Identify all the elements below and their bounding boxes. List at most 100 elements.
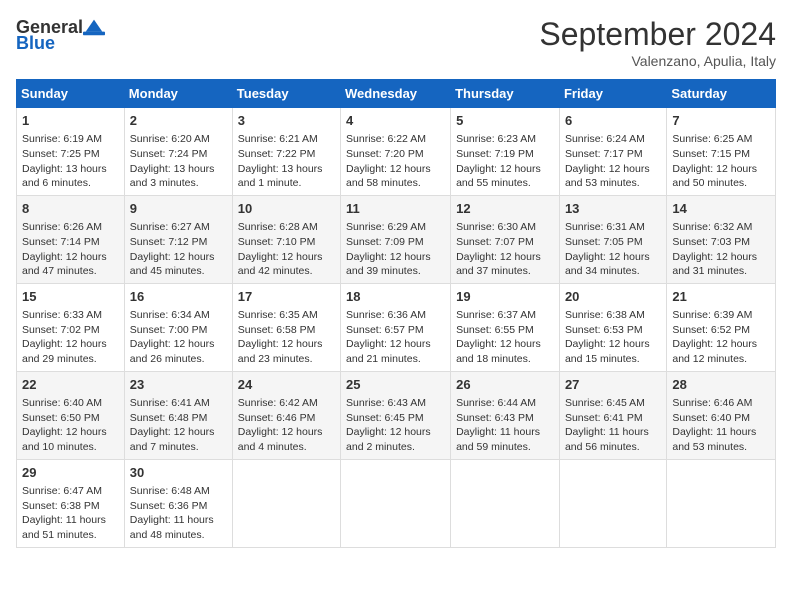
day-info: Sunrise: 6:25 AMSunset: 7:15 PMDaylight:… bbox=[672, 132, 770, 191]
calendar-cell bbox=[451, 459, 560, 547]
calendar-cell: 13 Sunrise: 6:31 AMSunset: 7:05 PMDayligh… bbox=[559, 195, 666, 283]
day-number: 1 bbox=[22, 112, 119, 130]
day-info: Sunrise: 6:47 AMSunset: 6:38 PMDaylight:… bbox=[22, 484, 119, 543]
calendar-cell: 28 Sunrise: 6:46 AMSunset: 6:40 PMDayligh… bbox=[667, 371, 776, 459]
day-info: Sunrise: 6:28 AMSunset: 7:10 PMDaylight:… bbox=[238, 220, 335, 279]
col-header-thursday: Thursday bbox=[451, 80, 560, 108]
day-number: 23 bbox=[130, 376, 227, 394]
day-number: 9 bbox=[130, 200, 227, 218]
day-info: Sunrise: 6:44 AMSunset: 6:43 PMDaylight:… bbox=[456, 396, 554, 455]
day-number: 4 bbox=[346, 112, 445, 130]
location-subtitle: Valenzano, Apulia, Italy bbox=[539, 53, 776, 69]
calendar-cell: 17 Sunrise: 6:35 AMSunset: 6:58 PMDayligh… bbox=[232, 283, 340, 371]
calendar-cell: 10 Sunrise: 6:28 AMSunset: 7:10 PMDayligh… bbox=[232, 195, 340, 283]
day-info: Sunrise: 6:34 AMSunset: 7:00 PMDaylight:… bbox=[130, 308, 227, 367]
col-header-sunday: Sunday bbox=[17, 80, 125, 108]
calendar-cell: 18 Sunrise: 6:36 AMSunset: 6:57 PMDayligh… bbox=[341, 283, 451, 371]
day-info: Sunrise: 6:38 AMSunset: 6:53 PMDaylight:… bbox=[565, 308, 661, 367]
calendar-cell: 8 Sunrise: 6:26 AMSunset: 7:14 PMDaylight… bbox=[17, 195, 125, 283]
day-info: Sunrise: 6:45 AMSunset: 6:41 PMDaylight:… bbox=[565, 396, 661, 455]
calendar-week-row: 15 Sunrise: 6:33 AMSunset: 7:02 PMDayligh… bbox=[17, 283, 776, 371]
month-title: September 2024 bbox=[539, 16, 776, 53]
day-number: 12 bbox=[456, 200, 554, 218]
calendar-week-row: 8 Sunrise: 6:26 AMSunset: 7:14 PMDaylight… bbox=[17, 195, 776, 283]
calendar-cell: 3 Sunrise: 6:21 AMSunset: 7:22 PMDaylight… bbox=[232, 108, 340, 196]
day-number: 7 bbox=[672, 112, 770, 130]
calendar-cell bbox=[667, 459, 776, 547]
day-number: 2 bbox=[130, 112, 227, 130]
calendar-cell: 5 Sunrise: 6:23 AMSunset: 7:19 PMDaylight… bbox=[451, 108, 560, 196]
calendar-cell: 4 Sunrise: 6:22 AMSunset: 7:20 PMDaylight… bbox=[341, 108, 451, 196]
day-number: 3 bbox=[238, 112, 335, 130]
calendar-cell: 20 Sunrise: 6:38 AMSunset: 6:53 PMDayligh… bbox=[559, 283, 666, 371]
day-info: Sunrise: 6:24 AMSunset: 7:17 PMDaylight:… bbox=[565, 132, 661, 191]
day-info: Sunrise: 6:27 AMSunset: 7:12 PMDaylight:… bbox=[130, 220, 227, 279]
calendar-cell bbox=[559, 459, 666, 547]
day-number: 29 bbox=[22, 464, 119, 482]
calendar-cell: 22 Sunrise: 6:40 AMSunset: 6:50 PMDayligh… bbox=[17, 371, 125, 459]
col-header-wednesday: Wednesday bbox=[341, 80, 451, 108]
calendar-week-row: 29 Sunrise: 6:47 AMSunset: 6:38 PMDayligh… bbox=[17, 459, 776, 547]
day-number: 15 bbox=[22, 288, 119, 306]
day-number: 27 bbox=[565, 376, 661, 394]
calendar-cell: 14 Sunrise: 6:32 AMSunset: 7:03 PMDayligh… bbox=[667, 195, 776, 283]
day-number: 14 bbox=[672, 200, 770, 218]
day-number: 28 bbox=[672, 376, 770, 394]
day-number: 22 bbox=[22, 376, 119, 394]
calendar-header-row: SundayMondayTuesdayWednesdayThursdayFrid… bbox=[17, 80, 776, 108]
calendar-cell: 26Sunrise: 6:44 AMSunset: 6:43 PMDayligh… bbox=[451, 371, 560, 459]
day-number: 19 bbox=[456, 288, 554, 306]
day-number: 13 bbox=[565, 200, 661, 218]
day-info: Sunrise: 6:26 AMSunset: 7:14 PMDaylight:… bbox=[22, 220, 119, 279]
day-info: Sunrise: 6:21 AMSunset: 7:22 PMDaylight:… bbox=[238, 132, 335, 191]
calendar-cell: 16 Sunrise: 6:34 AMSunset: 7:00 PMDayligh… bbox=[124, 283, 232, 371]
day-number: 21 bbox=[672, 288, 770, 306]
day-number: 24 bbox=[238, 376, 335, 394]
calendar-cell: 7 Sunrise: 6:25 AMSunset: 7:15 PMDaylight… bbox=[667, 108, 776, 196]
day-info: Sunrise: 6:33 AMSunset: 7:02 PMDaylight:… bbox=[22, 308, 119, 367]
calendar-cell bbox=[341, 459, 451, 547]
day-number: 8 bbox=[22, 200, 119, 218]
calendar-cell: 19Sunrise: 6:37 AMSunset: 6:55 PMDayligh… bbox=[451, 283, 560, 371]
day-info: Sunrise: 6:30 AMSunset: 7:07 PMDaylight:… bbox=[456, 220, 554, 279]
page-header: General Blue September 2024 Valenzano, A… bbox=[16, 16, 776, 69]
col-header-monday: Monday bbox=[124, 80, 232, 108]
day-info: Sunrise: 6:22 AMSunset: 7:20 PMDaylight:… bbox=[346, 132, 445, 191]
day-number: 17 bbox=[238, 288, 335, 306]
calendar-cell: 6 Sunrise: 6:24 AMSunset: 7:17 PMDaylight… bbox=[559, 108, 666, 196]
calendar-cell bbox=[232, 459, 340, 547]
calendar-cell: 23Sunrise: 6:41 AMSunset: 6:48 PMDayligh… bbox=[124, 371, 232, 459]
day-info: Sunrise: 6:29 AMSunset: 7:09 PMDaylight:… bbox=[346, 220, 445, 279]
day-number: 18 bbox=[346, 288, 445, 306]
day-number: 11 bbox=[346, 200, 445, 218]
calendar-cell: 24 Sunrise: 6:42 AMSunset: 6:46 PMDayligh… bbox=[232, 371, 340, 459]
day-number: 6 bbox=[565, 112, 661, 130]
day-info: Sunrise: 6:46 AMSunset: 6:40 PMDaylight:… bbox=[672, 396, 770, 455]
col-header-saturday: Saturday bbox=[667, 80, 776, 108]
day-number: 20 bbox=[565, 288, 661, 306]
calendar-cell: 21 Sunrise: 6:39 AMSunset: 6:52 PMDayligh… bbox=[667, 283, 776, 371]
day-info: Sunrise: 6:31 AMSunset: 7:05 PMDaylight:… bbox=[565, 220, 661, 279]
col-header-friday: Friday bbox=[559, 80, 666, 108]
day-info: Sunrise: 6:40 AMSunset: 6:50 PMDaylight:… bbox=[22, 396, 119, 455]
day-info: Sunrise: 6:43 AMSunset: 6:45 PMDaylight:… bbox=[346, 396, 445, 455]
day-info: Sunrise: 6:39 AMSunset: 6:52 PMDaylight:… bbox=[672, 308, 770, 367]
day-info: Sunrise: 6:48 AMSunset: 6:36 PMDaylight:… bbox=[130, 484, 227, 543]
day-info: Sunrise: 6:23 AMSunset: 7:19 PMDaylight:… bbox=[456, 132, 554, 191]
day-info: Sunrise: 6:35 AMSunset: 6:58 PMDaylight:… bbox=[238, 308, 335, 367]
day-info: Sunrise: 6:32 AMSunset: 7:03 PMDaylight:… bbox=[672, 220, 770, 279]
calendar-cell: 2Sunrise: 6:20 AMSunset: 7:24 PMDaylight… bbox=[124, 108, 232, 196]
calendar-week-row: 22 Sunrise: 6:40 AMSunset: 6:50 PMDayligh… bbox=[17, 371, 776, 459]
calendar-cell: 25Sunrise: 6:43 AMSunset: 6:45 PMDayligh… bbox=[341, 371, 451, 459]
day-info: Sunrise: 6:42 AMSunset: 6:46 PMDaylight:… bbox=[238, 396, 335, 455]
day-number: 10 bbox=[238, 200, 335, 218]
calendar-cell: 15 Sunrise: 6:33 AMSunset: 7:02 PMDayligh… bbox=[17, 283, 125, 371]
calendar-cell: 11 Sunrise: 6:29 AMSunset: 7:09 PMDayligh… bbox=[341, 195, 451, 283]
day-number: 16 bbox=[130, 288, 227, 306]
calendar-table: SundayMondayTuesdayWednesdayThursdayFrid… bbox=[16, 79, 776, 548]
day-info: Sunrise: 6:36 AMSunset: 6:57 PMDaylight:… bbox=[346, 308, 445, 367]
day-number: 5 bbox=[456, 112, 554, 130]
col-header-tuesday: Tuesday bbox=[232, 80, 340, 108]
title-section: September 2024 Valenzano, Apulia, Italy bbox=[539, 16, 776, 69]
calendar-cell: 30Sunrise: 6:48 AMSunset: 6:36 PMDayligh… bbox=[124, 459, 232, 547]
